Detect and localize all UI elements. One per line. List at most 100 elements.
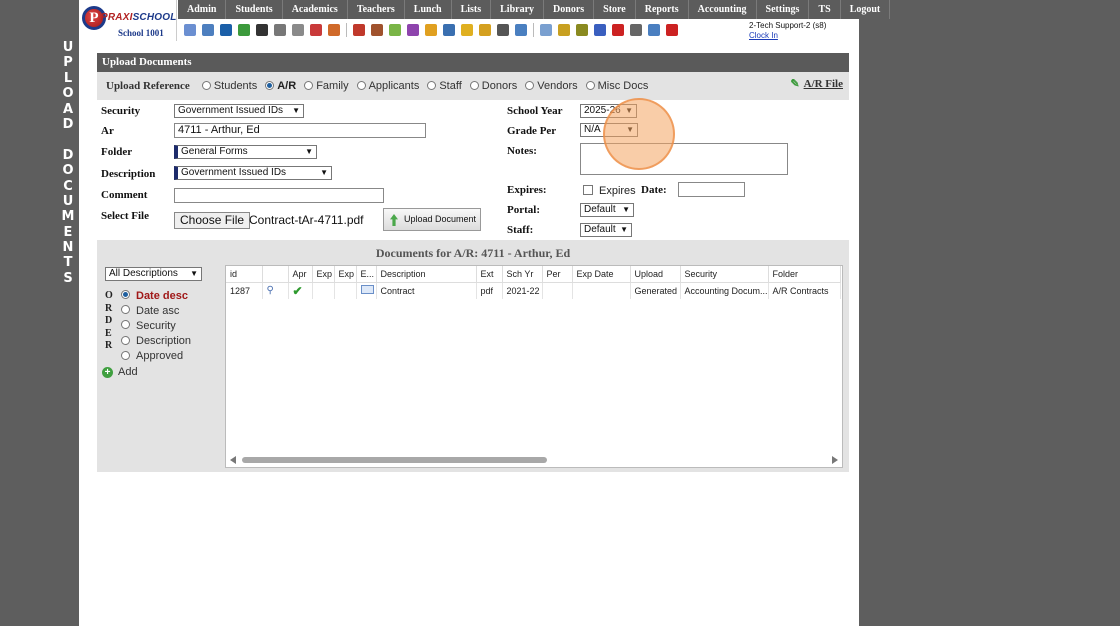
praxischool-logo[interactable]: P PRAXISCHOOL School 1001 (79, 0, 177, 41)
folder-icon[interactable] (479, 24, 491, 36)
printer-icon[interactable] (630, 24, 642, 36)
notes-textarea[interactable] (580, 143, 788, 175)
folder-select[interactable]: General Forms ▼ (174, 145, 317, 159)
radio-icon[interactable] (265, 80, 275, 90)
column-header[interactable]: Exp Date (572, 266, 631, 283)
tag-icon[interactable] (389, 24, 401, 36)
menu-item-logout[interactable]: Logout (841, 0, 891, 19)
id-card-icon[interactable] (202, 24, 214, 36)
radio-icon[interactable] (585, 80, 595, 90)
description-select[interactable]: Government Issued IDs ▼ (174, 166, 332, 180)
order-option-date-asc[interactable]: Date asc (121, 303, 191, 318)
radio-icon[interactable] (304, 80, 314, 90)
menu-item-admin[interactable]: Admin (178, 0, 227, 19)
envelope-icon[interactable] (360, 285, 374, 295)
radio-icon[interactable] (356, 80, 366, 90)
ar-file-link[interactable]: ✎ A/R File (790, 77, 843, 90)
clock-in-link[interactable]: Clock In (749, 31, 778, 40)
reference-option-donors[interactable]: Donors (469, 80, 517, 92)
menu-item-academics[interactable]: Academics (283, 0, 348, 19)
user-icon[interactable] (497, 24, 509, 36)
help-icon[interactable] (648, 24, 660, 36)
menu-item-donors[interactable]: Donors (544, 0, 595, 19)
radio-icon[interactable] (469, 80, 479, 90)
megaphone-icon[interactable] (328, 24, 340, 36)
school-year-select[interactable]: 2025-26 ▼ (580, 104, 637, 118)
calendar-icon[interactable] (310, 24, 322, 36)
order-option-description[interactable]: Description (121, 334, 191, 349)
menu-item-settings[interactable]: Settings (757, 0, 810, 19)
menu-item-students[interactable]: Students (226, 0, 283, 19)
radio-icon[interactable] (427, 80, 437, 90)
menu-item-reports[interactable]: Reports (636, 0, 689, 19)
magnifier-icon[interactable]: ⚲ (267, 285, 274, 296)
horizontal-scrollbar[interactable] (226, 453, 842, 467)
portal-select[interactable]: Default ▼ (580, 203, 634, 217)
menu-item-lunch[interactable]: Lunch (405, 0, 452, 19)
people-icon[interactable] (407, 24, 419, 36)
column-header[interactable]: Exp (334, 266, 357, 283)
grade-per-select[interactable]: N/A ▼ (580, 123, 638, 137)
menu-item-store[interactable]: Store (594, 0, 636, 19)
ar-icon[interactable] (594, 24, 606, 36)
radio-icon[interactable] (121, 350, 130, 360)
expires-date-field[interactable] (678, 182, 745, 197)
menu-item-teachers[interactable]: Teachers (348, 0, 405, 19)
person-icon[interactable] (353, 24, 365, 36)
column-header[interactable]: Upload (630, 266, 681, 283)
reference-option-family[interactable]: Family (304, 80, 349, 92)
column-header[interactable]: E... (356, 266, 377, 283)
column-header[interactable]: Per (542, 266, 573, 283)
order-option-approved[interactable]: Approved (121, 349, 191, 364)
radio-icon[interactable] (525, 80, 535, 90)
speaker-icon[interactable] (274, 24, 286, 36)
money-icon[interactable] (238, 24, 250, 36)
menu-item-lists[interactable]: Lists (452, 0, 492, 19)
column-header[interactable]: Description (376, 266, 477, 283)
column-header[interactable] (262, 266, 289, 283)
pdf-icon[interactable] (612, 24, 624, 36)
staff-select[interactable]: Default ▼ (580, 223, 632, 237)
phone-icon[interactable] (256, 24, 268, 36)
reference-option-staff[interactable]: Staff (427, 80, 462, 92)
grid-icon[interactable] (292, 24, 304, 36)
order-option-date-desc[interactable]: Date desc (121, 288, 191, 303)
column-header[interactable]: Sch Yr (502, 266, 543, 283)
list-icon[interactable] (540, 24, 552, 36)
menu-item-ts[interactable]: TS (809, 0, 841, 19)
column-header[interactable]: Exp (312, 266, 335, 283)
reference-option-students[interactable]: Students (201, 80, 257, 92)
reference-option-a-r[interactable]: A/R (265, 80, 296, 92)
search-icon[interactable] (184, 24, 196, 36)
ar-field[interactable]: 4711 - Arthur, Ed (174, 123, 426, 138)
book-icon[interactable] (443, 24, 455, 36)
column-header[interactable]: Apr (288, 266, 313, 283)
menu-item-library[interactable]: Library (491, 0, 545, 19)
scanner-icon[interactable] (576, 24, 588, 36)
security-select[interactable]: Government Issued IDs ▼ (174, 104, 304, 118)
radio-icon[interactable] (121, 335, 130, 345)
description-filter-select[interactable]: All Descriptions ▼ (105, 267, 202, 281)
card-icon[interactable] (425, 24, 437, 36)
clock-icon[interactable] (515, 24, 527, 36)
radio-icon[interactable] (121, 305, 130, 315)
email-at-icon[interactable] (220, 24, 232, 36)
reference-option-vendors[interactable]: Vendors (525, 80, 578, 92)
scroll-right-icon[interactable] (832, 456, 838, 464)
upload-document-button[interactable]: Upload Document (383, 208, 482, 231)
radio-icon[interactable] (121, 290, 130, 300)
comment-field[interactable] (174, 188, 384, 203)
radio-icon[interactable] (121, 320, 130, 330)
barcode-icon[interactable] (558, 24, 570, 36)
reference-option-misc-docs[interactable]: Misc Docs (585, 80, 648, 92)
column-header[interactable]: Folder (768, 266, 841, 283)
menu-item-accounting[interactable]: Accounting (689, 0, 757, 19)
person-alt-icon[interactable] (371, 24, 383, 36)
radio-icon[interactable] (201, 80, 211, 90)
column-header[interactable]: Ext (476, 266, 503, 283)
feather-icon[interactable] (461, 24, 473, 36)
choose-file-button[interactable]: Choose File (174, 212, 251, 229)
reference-option-applicants[interactable]: Applicants (356, 80, 419, 92)
scrollbar-thumb[interactable] (242, 457, 547, 463)
order-option-security[interactable]: Security (121, 318, 191, 333)
